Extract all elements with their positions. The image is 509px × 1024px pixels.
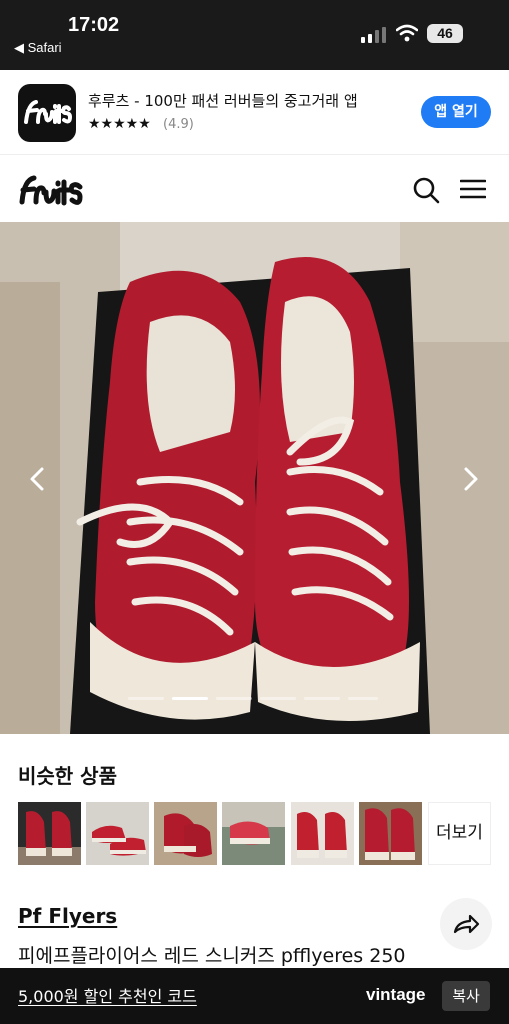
similar-product-thumbnail[interactable] — [222, 802, 285, 865]
back-to-safari-link[interactable]: ◀ Safari — [14, 40, 62, 56]
fruits-logo[interactable] — [18, 170, 96, 210]
similar-product-thumbnail[interactable] — [154, 802, 217, 865]
wifi-icon — [396, 24, 418, 42]
more-similar-button[interactable]: 더보기 — [428, 802, 491, 865]
rating-value: (4.9) — [163, 117, 194, 132]
menu-icon[interactable] — [460, 178, 486, 200]
search-icon[interactable] — [412, 176, 440, 204]
open-app-button[interactable]: 앱 열기 — [421, 96, 491, 128]
brand-link[interactable]: Pf Flyers — [18, 904, 117, 928]
similar-product-thumbnail[interactable] — [291, 802, 354, 865]
app-install-banner: 후루츠 - 100만 패션 러버들의 중고거래 앱 ★★★★★ (4.9) 앱 … — [0, 70, 509, 155]
rating-stars: ★★★★★ — [88, 116, 151, 132]
pagination-dot[interactable] — [128, 697, 164, 700]
pagination-dot[interactable] — [260, 697, 296, 700]
similar-products-title: 비슷한 상품 — [18, 764, 117, 788]
referral-coupon-link[interactable]: 5,000원 할인 추천인 코드 — [18, 983, 197, 1007]
status-bar: 17:02 ◀ Safari 46 — [0, 0, 509, 70]
battery-indicator: 46 — [427, 24, 463, 43]
similar-product-thumbnail[interactable] — [18, 802, 81, 865]
similar-product-thumbnail[interactable] — [86, 802, 149, 865]
next-image-arrow[interactable] — [460, 466, 482, 492]
share-icon — [453, 914, 480, 934]
sneaker-photo — [0, 222, 509, 734]
fruits-app-icon — [18, 84, 76, 142]
pagination-dot[interactable] — [216, 697, 252, 700]
pagination-dot[interactable] — [304, 697, 340, 700]
clock: 17:02 — [68, 14, 120, 36]
pagination-dot-active[interactable] — [172, 697, 208, 700]
product-image[interactable] — [0, 222, 509, 734]
share-button[interactable] — [440, 898, 492, 950]
copy-code-button[interactable]: 복사 — [442, 981, 490, 1011]
product-title: 피에프플라이어스 레드 스니커즈 pfflyeres 250 — [18, 945, 406, 967]
signal-icon — [361, 27, 386, 43]
similar-product-thumbnail[interactable] — [359, 802, 422, 865]
fruits-logo-icon — [24, 100, 72, 124]
referral-code: vintage — [366, 985, 426, 1004]
previous-image-arrow[interactable] — [26, 466, 48, 492]
pagination-dot[interactable] — [348, 697, 378, 700]
gallery-pagination — [128, 697, 378, 703]
app-title: 후루츠 - 100만 패션 러버들의 중고거래 앱 — [88, 92, 358, 110]
